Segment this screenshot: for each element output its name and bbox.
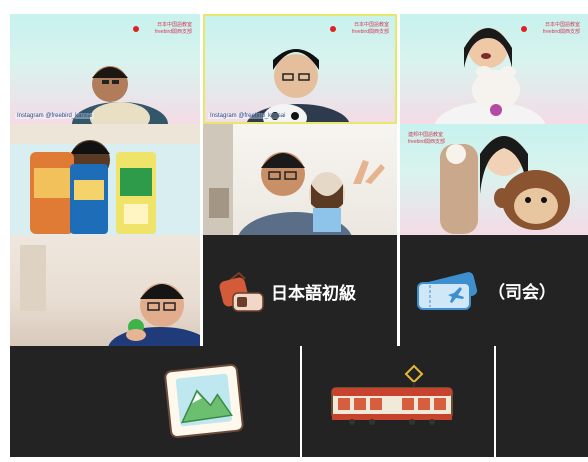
participant-name: （司会） — [488, 282, 556, 303]
flag-dot-icon — [330, 26, 337, 32]
brand-watermark: 日本中国語教室 freebird関西支部 — [330, 22, 389, 36]
participant-tag: Instagram @freebird_kansai — [15, 113, 95, 119]
tram-icon — [331, 364, 453, 425]
participant-tile-empty-right — [496, 346, 588, 457]
luggage-icon — [219, 271, 264, 312]
participant-tile-10[interactable] — [108, 346, 300, 457]
participant-tag: Instagram @freebird_kansai — [208, 113, 288, 119]
participant-video-7 — [20, 245, 200, 346]
participant-tile-8[interactable]: 日本語初級 — [203, 235, 397, 346]
participant-tile-11[interactable] — [302, 346, 494, 457]
picture-icon — [164, 364, 244, 438]
participant-video-5 — [203, 124, 385, 235]
participant-tile-4[interactable] — [10, 124, 200, 235]
brand-watermark: 連邦中国語教室 freebird関西支部 — [408, 132, 445, 145]
participant-tile-7[interactable] — [10, 235, 200, 346]
participant-name: 日本語初級 — [271, 283, 356, 304]
participant-nameplate: （司会） — [416, 267, 556, 313]
participant-tile-5[interactable] — [203, 124, 397, 235]
brand-watermark: 日本中国語教室 freebird関西支部 — [133, 22, 192, 36]
participant-tile-3[interactable]: 日本中国語教室 freebird関西支部 — [400, 14, 588, 124]
participant-tile-9[interactable]: （司会） — [400, 235, 588, 346]
participant-nameplate: 日本語初級 — [219, 269, 356, 313]
ticket-icon — [417, 272, 478, 310]
participant-video-4 — [10, 124, 200, 235]
flag-dot-icon — [133, 26, 140, 32]
participant-tile-6[interactable]: 連邦中国語教室 freebird関西支部 — [400, 124, 588, 235]
participant-tile-empty-left — [10, 346, 108, 457]
brand-watermark: 日本中国語教室 freebird関西支部 — [521, 22, 580, 36]
flag-dot-icon — [521, 26, 528, 32]
video-grid: 日本中国語教室 freebird関西支部 Instagram @freebird… — [0, 0, 588, 462]
participant-tile-2[interactable]: 日本中国語教室 freebird関西支部 Instagram @freebird… — [203, 14, 397, 124]
participant-tile-1[interactable]: 日本中国語教室 freebird関西支部 Instagram @freebird… — [10, 14, 200, 124]
